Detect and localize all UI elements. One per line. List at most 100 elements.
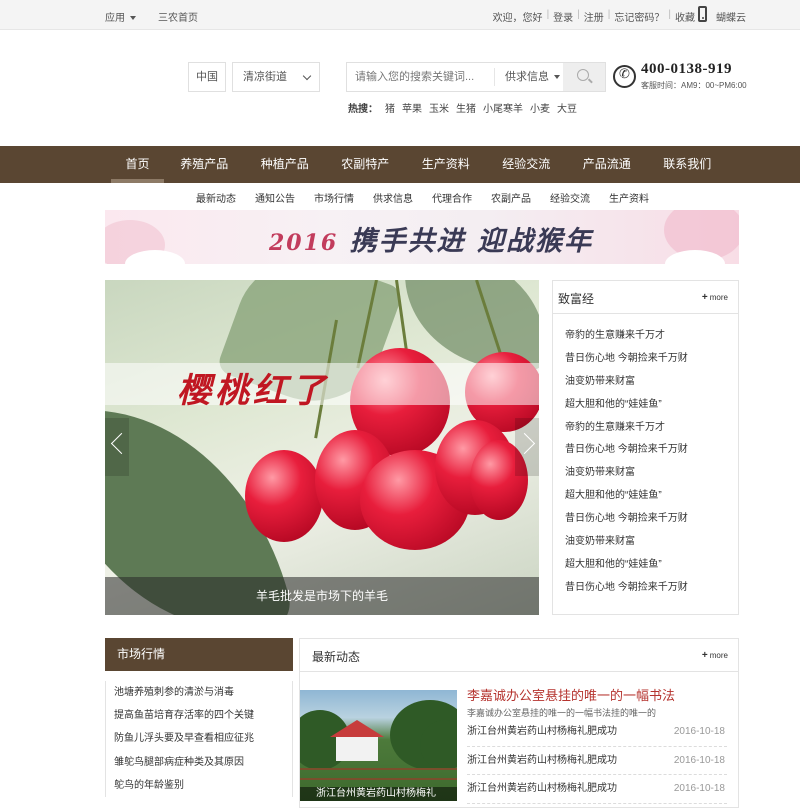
more-link[interactable]: + more xyxy=(702,650,728,661)
apps-menu-label: 应用 xyxy=(105,13,125,24)
panel-header: 致富经 + more xyxy=(553,281,738,314)
hot-search: 热搜： 猪 苹果 玉米 生猪 小尾寒羊 小麦 大豆 xyxy=(348,100,577,115)
news-item[interactable]: 浙江台州黄岩药山村杨梅礼肥成功 2016-10-18 xyxy=(467,718,727,747)
list-item[interactable]: 鸵鸟的年龄鉴别 xyxy=(114,774,292,797)
search-type-select[interactable]: 供求信息 xyxy=(494,68,564,86)
roof-graphic xyxy=(330,720,384,737)
chevron-down-icon xyxy=(554,75,560,80)
search-box: 供求信息 xyxy=(346,62,606,92)
list-item[interactable]: 昔日伤心地 今朝捡来千万财 xyxy=(565,439,688,462)
country-select[interactable]: 中国 xyxy=(188,62,226,92)
plus-icon: + xyxy=(701,292,708,303)
nav-item-experience[interactable]: 经验交流 xyxy=(486,146,567,183)
street-select[interactable]: 清凉街道 xyxy=(232,62,320,92)
list-item[interactable]: 防鱼儿浮头要及早查看相应征兆 xyxy=(114,727,292,750)
list-item[interactable]: 昔日伤心地 今朝捡来千万财 xyxy=(565,508,688,531)
list-item[interactable]: 油变奶带来财富 xyxy=(565,531,688,554)
more-link[interactable]: + more xyxy=(702,292,728,303)
hot-term[interactable]: 苹果 xyxy=(402,100,422,115)
subnav-item[interactable]: 通知公告 xyxy=(255,190,295,205)
promo-banner[interactable]: 2016 携手共进 迎战猴年 xyxy=(105,210,739,264)
banner-slogan-text: 携手共进 迎战猴年 xyxy=(349,226,594,257)
hot-term[interactable]: 小尾寒羊 xyxy=(483,100,523,115)
subnav-item[interactable]: 经验交流 xyxy=(550,190,590,205)
nav-item-planting[interactable]: 种植产品 xyxy=(245,146,326,183)
nav-item-supplies[interactable]: 生产资料 xyxy=(406,146,487,183)
apps-menu[interactable]: 应用 xyxy=(105,9,136,24)
welcome-text: 欢迎，您好 xyxy=(492,13,543,24)
list-item[interactable]: 油变奶带来财富 xyxy=(565,462,688,485)
nav-item-circulation[interactable]: 产品流通 xyxy=(567,146,648,183)
news-item-title: 浙江台州黄岩药山村杨梅礼肥成功 xyxy=(467,726,617,737)
list-item[interactable]: 昔日伤心地 今朝捡来千万财 xyxy=(565,577,688,600)
subnav-item[interactable]: 最新动态 xyxy=(196,190,236,205)
banner-slogan: 2016 携手共进 迎战猴年 xyxy=(269,219,593,258)
news-item-date: 2016-10-18 xyxy=(673,754,725,766)
news-headline[interactable]: 李嘉诚办公室悬挂的唯一的一幅书法 xyxy=(467,685,675,704)
panel-title: 致富经 xyxy=(558,292,595,306)
separator: | xyxy=(546,9,550,20)
nav-item-contact[interactable]: 联系我们 xyxy=(647,146,728,183)
slider-caption: 羊毛批发是市场下的羊毛 xyxy=(105,577,539,615)
fortune-panel: 致富经 + more 帝豹的生意赚来千万才 昔日伤心地 今朝捡来千万财 油变奶带来… xyxy=(552,280,739,615)
hot-term[interactable]: 猪 xyxy=(385,100,395,115)
news-list: 浙江台州黄岩药山村杨梅礼肥成功 2016-10-18 浙江台州黄岩药山村杨梅礼肥成… xyxy=(467,718,727,804)
market-panel: 市场行情 池塘养殖刺参的清淤与消毒 提高鱼苗培育存活率的四个关键 防鱼儿浮头要及… xyxy=(105,638,293,801)
slider-next-arrow[interactable] xyxy=(515,418,539,476)
news-item-date: 2016-10-18 xyxy=(673,783,725,794)
forgot-password-link[interactable]: 忘记密码？ xyxy=(614,9,664,24)
brand-link[interactable]: 蝴蝶云 xyxy=(716,9,746,24)
news-item[interactable]: 浙江台州黄岩药山村杨梅礼肥成功 2016-10-18 xyxy=(467,775,727,804)
panel-title: 市场行情 xyxy=(105,638,293,671)
list-item[interactable]: 帝豹的生意赚来千万才 xyxy=(565,325,688,348)
login-link[interactable]: 登录 xyxy=(553,9,573,24)
more-label: more xyxy=(709,651,728,660)
register-link[interactable]: 注册 xyxy=(584,9,604,24)
news-photo[interactable]: 浙江台州黄岩药山村杨梅礼 xyxy=(300,690,457,801)
news-item-title: 浙江台州黄岩药山村杨梅礼肥成功 xyxy=(467,754,617,766)
cherry-graphic xyxy=(245,450,323,542)
list-item[interactable]: 帝豹的生意赚来千万才 xyxy=(565,417,688,440)
list-item[interactable]: 雏鸵鸟腿部病症种类及其原因 xyxy=(114,751,292,774)
favorite-link[interactable]: 收藏 xyxy=(675,9,695,24)
hot-search-label: 热搜： xyxy=(348,104,378,115)
list-item[interactable]: 超大胆和他的“娃娃鱼” xyxy=(565,485,688,508)
list-item[interactable]: 昔日伤心地 今朝捡来千万财 xyxy=(565,348,688,371)
news-item-date: 2016-10-18 xyxy=(673,726,725,737)
slider-title: 樱桃红了 xyxy=(177,371,329,411)
phone-icon xyxy=(613,65,636,88)
news-item-title: 浙江台州黄岩药山村杨梅礼肥成功 xyxy=(467,783,617,794)
list-item[interactable]: 油变奶带来财富 xyxy=(565,371,688,394)
plus-icon: + xyxy=(701,650,708,661)
list-item[interactable]: 提高鱼苗培育存活率的四个关键 xyxy=(114,704,292,727)
nav-item-home[interactable]: 首页 xyxy=(111,146,164,183)
separator: | xyxy=(668,9,671,20)
subnav-item[interactable]: 代理合作 xyxy=(432,190,472,205)
nav-item-specialty[interactable]: 农副特产 xyxy=(325,146,406,183)
subnav-item[interactable]: 供求信息 xyxy=(373,190,413,205)
news-item[interactable]: 浙江台州黄岩药山村杨梅礼肥成功 2016-10-18 xyxy=(467,747,727,775)
panel-title: 最新动态 xyxy=(312,650,361,664)
search-icon xyxy=(577,69,589,81)
subnav-item[interactable]: 生产资料 xyxy=(609,190,649,205)
home-link[interactable]: 三农首页 xyxy=(158,9,198,24)
hot-term[interactable]: 生猪 xyxy=(456,100,476,115)
hot-term[interactable]: 玉米 xyxy=(429,100,449,115)
search-input[interactable] xyxy=(347,63,493,91)
list-item[interactable]: 超大胆和他的“娃娃鱼” xyxy=(565,554,688,577)
slider-prev-arrow[interactable] xyxy=(105,418,129,476)
list-item[interactable]: 池塘养殖刺参的清淤与消毒 xyxy=(114,681,292,704)
fence-graphic xyxy=(300,768,457,780)
hot-term[interactable]: 小麦 xyxy=(530,100,550,115)
separator: | xyxy=(607,9,611,20)
image-slider[interactable]: 樱桃红了 羊毛批发是市场下的羊毛 xyxy=(105,280,539,615)
photo-caption: 浙江台州黄岩药山村杨梅礼 xyxy=(300,787,457,801)
mobile-phone-icon[interactable] xyxy=(698,6,707,22)
subnav-item[interactable]: 市场行情 xyxy=(314,190,354,205)
top-bar: 应用 三农首页 欢迎，您好 | 登录 | 注册 | 忘记密码？ | 收藏 xyxy=(0,0,800,30)
subnav-item[interactable]: 农副产品 xyxy=(491,190,531,205)
list-item[interactable]: 超大胆和他的“娃娃鱼” xyxy=(565,394,688,417)
hot-term[interactable]: 大豆 xyxy=(557,100,577,115)
search-button[interactable] xyxy=(563,63,605,91)
nav-item-breeding[interactable]: 养殖产品 xyxy=(164,146,245,183)
